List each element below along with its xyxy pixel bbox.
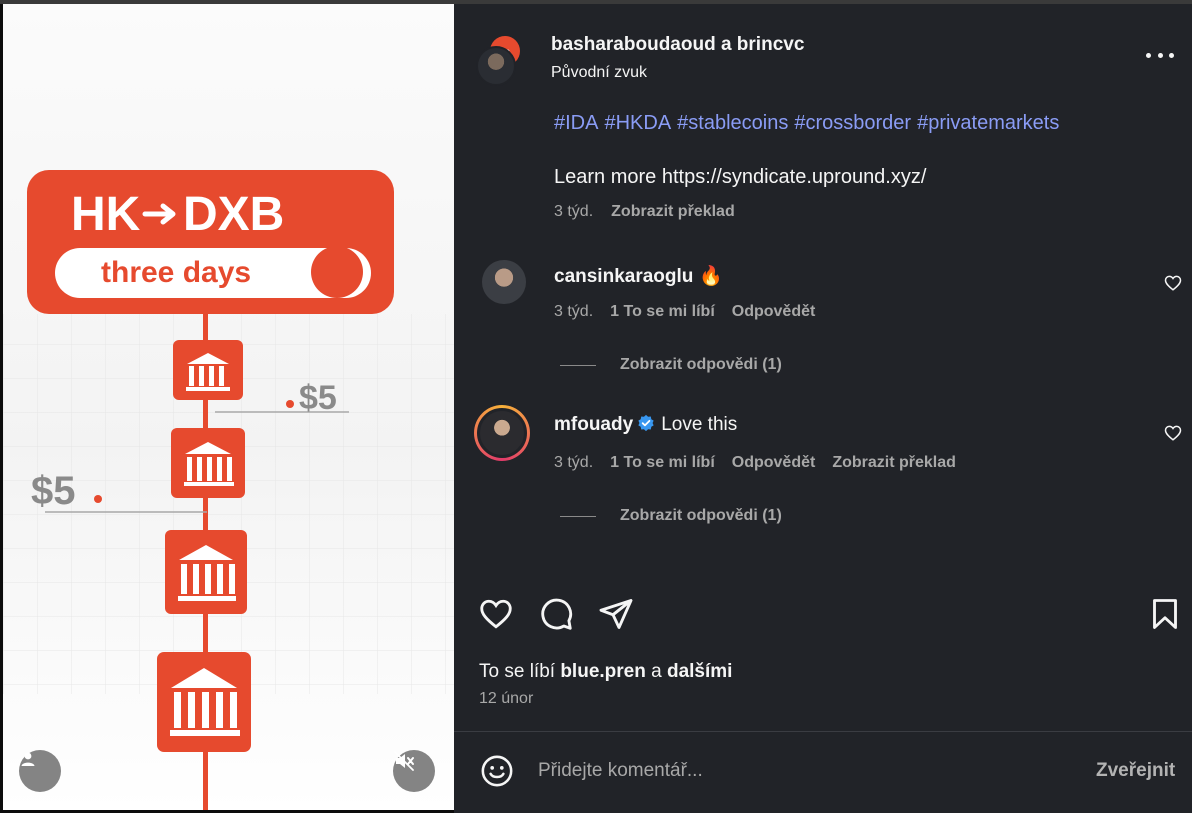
hashtag-link[interactable]: #HKDA xyxy=(604,112,671,134)
comment-avatar-story-ring[interactable] xyxy=(474,405,530,461)
bank-block-4 xyxy=(157,652,251,752)
route-from: HK xyxy=(71,188,141,241)
more-dots-icon xyxy=(1146,52,1151,58)
comment-username[interactable]: mfouady xyxy=(554,414,633,435)
more-dots-icon xyxy=(1157,52,1163,58)
comment-likes-count[interactable]: 1 To se mi líbí xyxy=(610,303,715,321)
hashtag-link[interactable]: #crossborder xyxy=(794,112,911,134)
comment-reply-button[interactable]: Odpovědět xyxy=(732,454,816,472)
price-tag-right: $5 xyxy=(299,379,337,417)
speaker-muted-icon xyxy=(394,751,414,771)
caption-age: 3 týd. xyxy=(554,203,594,220)
caption-meta: 3 týd. Zobrazit překlad xyxy=(554,203,735,221)
user-icon xyxy=(21,752,35,766)
comment-bubble-icon[interactable] xyxy=(538,596,574,632)
verified-badge-icon xyxy=(638,414,654,432)
comment-age: 3 týd. xyxy=(554,303,594,320)
toggle-knob-icon xyxy=(311,246,363,298)
view-replies-label: Zobrazit odpovědi (1) xyxy=(620,507,782,524)
route-to: DXB xyxy=(183,188,284,241)
comment-input[interactable] xyxy=(538,756,1058,786)
emoji-icon[interactable] xyxy=(480,754,514,788)
reel-frame-graphic: HK DXB three days $5 $5 xyxy=(3,170,454,810)
caption-translate-button[interactable]: Zobrazit překlad xyxy=(611,203,735,221)
like-heart-icon[interactable] xyxy=(478,596,514,632)
audio-link[interactable]: Původní zvuk xyxy=(551,64,647,82)
view-replies-label: Zobrazit odpovědi (1) xyxy=(620,356,782,373)
author-avatar-group[interactable]: nc xyxy=(476,36,520,86)
comment-like-heart-icon[interactable] xyxy=(1164,424,1182,442)
hashtag-link[interactable]: #privatemarkets xyxy=(917,112,1059,134)
comment-body: cansinkaraoglu 🔥 xyxy=(554,264,723,288)
likes-summary[interactable]: To se líbí blue.pren a dalšími xyxy=(479,661,732,683)
comment-text: 🔥 xyxy=(699,266,724,287)
comment-translate-button[interactable]: Zobrazit překlad xyxy=(832,454,956,472)
comment-reply-button[interactable]: Odpovědět xyxy=(732,303,816,321)
comment-username[interactable]: cansinkaraoglu xyxy=(554,266,693,287)
comment-age: 3 týd. xyxy=(554,454,594,471)
likes-joiner: a xyxy=(651,661,662,682)
post-date: 12 únor xyxy=(479,690,534,707)
bank-block-2 xyxy=(171,428,245,498)
publish-comment-button[interactable]: Zveřejnit xyxy=(1096,760,1175,782)
comment-avatar xyxy=(477,408,527,458)
post-actions xyxy=(454,596,1192,636)
reel-video[interactable]: HK DXB three days $5 $5 xyxy=(3,4,454,810)
hashtag-link[interactable]: #stablecoins xyxy=(677,112,788,134)
bank-block-3 xyxy=(165,530,247,614)
comment-avatar[interactable] xyxy=(482,260,526,304)
hashtag-link[interactable]: #IDA xyxy=(554,112,598,134)
comment-likes-count[interactable]: 1 To se mi líbí xyxy=(610,454,715,472)
save-bookmark-icon[interactable] xyxy=(1147,596,1183,632)
tagged-users-button[interactable] xyxy=(19,750,61,792)
replies-divider xyxy=(560,364,596,366)
view-replies-button[interactable]: Zobrazit odpovědi (1) xyxy=(560,356,782,374)
share-send-icon[interactable] xyxy=(598,596,634,632)
composer-divider xyxy=(454,731,1192,732)
price-tag-left: $5 xyxy=(31,469,76,513)
more-options-button[interactable] xyxy=(1146,44,1174,66)
bank-block-1 xyxy=(173,340,243,400)
post-panel: nc basharaboudaoud a brincvc Původní zvu… xyxy=(454,4,1192,813)
view-replies-button[interactable]: Zobrazit odpovědi (1) xyxy=(560,507,782,525)
caption-hashtags: #IDA #HKDA #stablecoins #crossborder #privat… xyxy=(554,112,1065,135)
mute-button[interactable] xyxy=(393,750,435,792)
replies-divider xyxy=(560,515,596,517)
route-duration: three days xyxy=(101,256,251,289)
comment-text: Love this xyxy=(661,414,738,435)
likes-prefix: To se líbí xyxy=(479,661,556,682)
comment-like-heart-icon[interactable] xyxy=(1164,274,1182,292)
post-author[interactable]: basharaboudaoud a brincvc xyxy=(551,34,804,56)
comment-body: mfouady Love this xyxy=(554,414,737,436)
comment-meta: 3 týd. 1 To se mi líbí Odpovědět Zobrazi… xyxy=(554,454,956,472)
comment-meta: 3 týd. 1 To se mi líbí Odpovědět xyxy=(554,303,815,321)
likes-user[interactable]: blue.pren xyxy=(560,661,646,682)
caption-text: Learn more https://syndicate.upround.xyz… xyxy=(554,166,927,188)
author-avatar[interactable] xyxy=(476,46,516,86)
likes-others[interactable]: dalšími xyxy=(667,661,732,682)
more-dots-icon xyxy=(1169,52,1174,58)
